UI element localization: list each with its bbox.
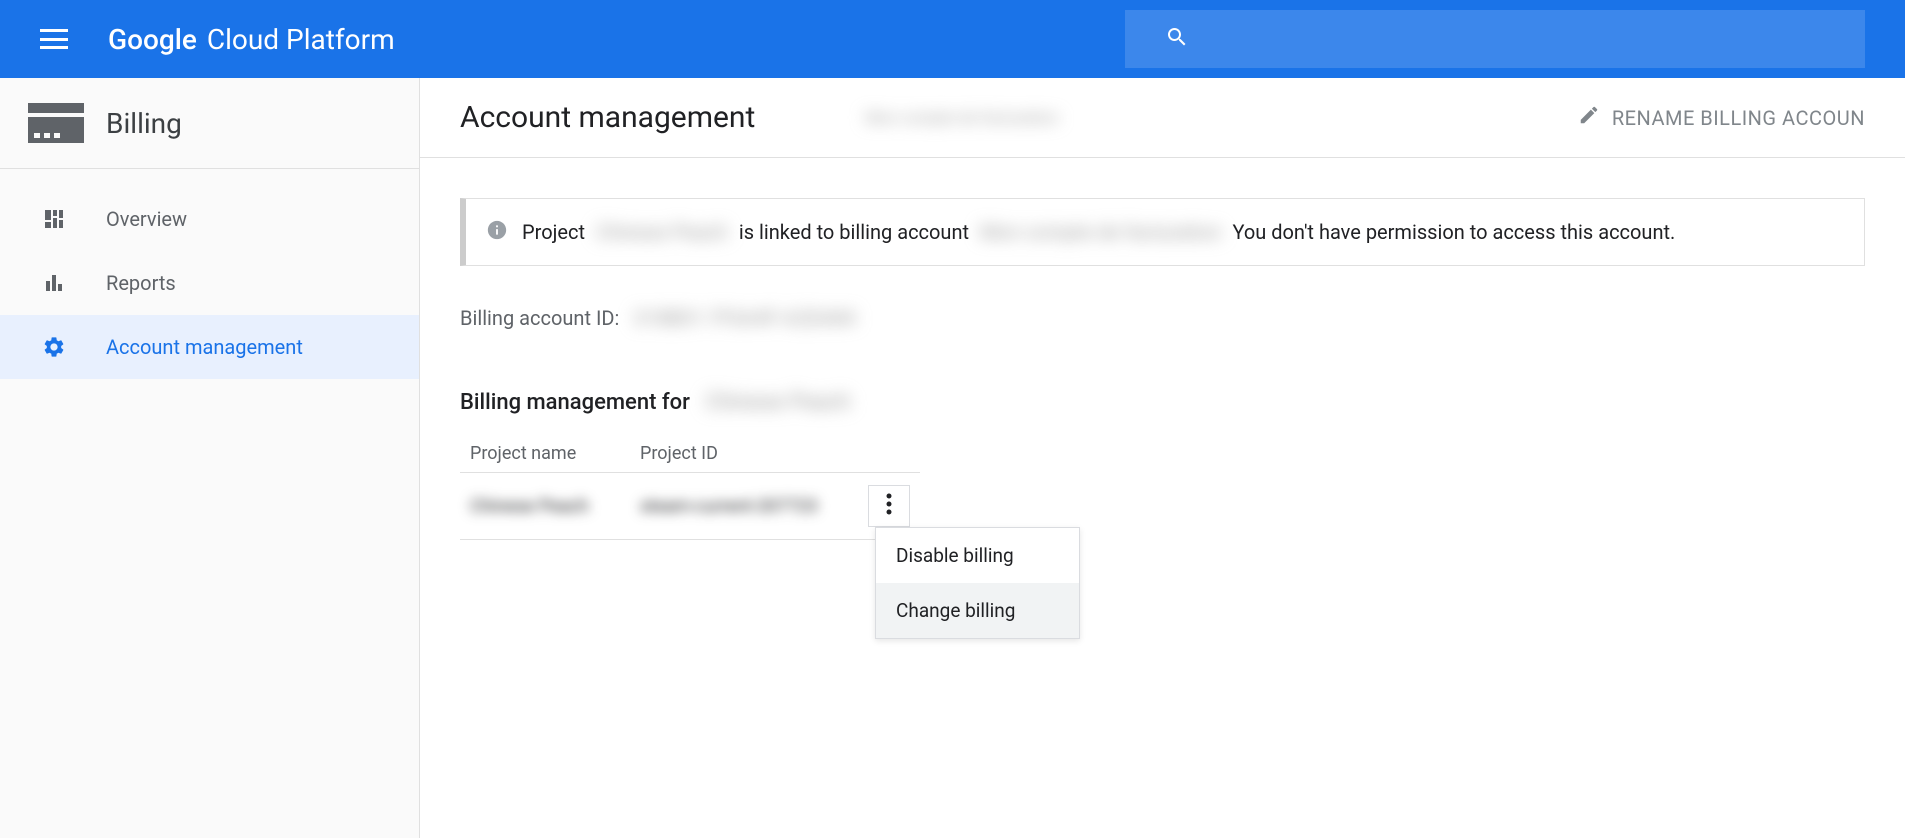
sidebar-item-reports[interactable]: Reports (0, 251, 419, 315)
cell-project-name-redacted: Chinese Peach (470, 496, 640, 517)
info-icon (486, 219, 508, 245)
logo-platform: Cloud Platform (207, 23, 395, 56)
page-title: Account management (460, 100, 755, 135)
account-name-redacted: Mon compte de facturation (865, 108, 1058, 127)
table-header-project-name: Project name (470, 443, 640, 464)
info-banner: Project Chinese Peach is linked to billi… (460, 198, 1865, 266)
sidebar-item-label: Account management (106, 335, 303, 359)
search-icon (1165, 25, 1189, 53)
section-title: Billing management for Chinese Peach (460, 390, 1865, 415)
rename-billing-account-button[interactable]: RENAME BILLING ACCOUN (1578, 104, 1865, 131)
main-header: Account management Mon compte de factura… (420, 78, 1905, 158)
menu-item-disable-billing[interactable]: Disable billing (876, 528, 1079, 583)
section-title-text: Billing management for (460, 390, 690, 415)
dashboard-icon (40, 205, 68, 233)
sidebar: Billing Overview Reports Account managem… (0, 78, 420, 838)
search-input[interactable] (1125, 10, 1865, 68)
info-project-redacted: Chinese Peach (596, 217, 728, 247)
content-area: Project Chinese Peach is linked to billi… (420, 158, 1905, 580)
sidebar-item-account-management[interactable]: Account management (0, 315, 419, 379)
billing-account-id-row: Billing account ID: 018B01-7F6A4F-A2DA84 (460, 306, 1865, 330)
sidebar-header: Billing (0, 78, 419, 169)
sidebar-items: Overview Reports Account management (0, 169, 419, 379)
reports-icon (40, 269, 68, 297)
sidebar-item-label: Overview (106, 207, 187, 231)
account-id-label: Billing account ID: (460, 306, 619, 330)
info-account-redacted: Mon compte de facturation (980, 217, 1221, 247)
billing-icon (28, 103, 84, 143)
top-header: Google Cloud Platform (0, 0, 1905, 78)
info-banner-text: Project Chinese Peach is linked to billi… (522, 217, 1675, 247)
cell-project-id-redacted: steam-current-207723 (640, 496, 818, 517)
hamburger-menu-icon[interactable] (40, 29, 68, 49)
main-container: Billing Overview Reports Account managem… (0, 78, 1905, 838)
table-header: Project name Project ID (460, 435, 920, 473)
info-suffix: You don't have permission to access this… (1232, 220, 1675, 244)
info-middle: is linked to billing account (739, 220, 969, 244)
account-id-redacted: 018B01-7F6A4F-A2DA84 (634, 306, 855, 330)
kebab-icon (886, 492, 892, 520)
projects-table: Project name Project ID Chinese Peach st… (460, 435, 920, 540)
rename-button-label: RENAME BILLING ACCOUN (1612, 106, 1865, 130)
gear-icon (40, 333, 68, 361)
main-content: Account management Mon compte de factura… (420, 78, 1905, 838)
sidebar-item-label: Reports (106, 271, 176, 295)
sidebar-title: Billing (106, 107, 182, 140)
row-actions-menu: Disable billing Change billing (875, 527, 1080, 639)
logo-google: Google (108, 23, 197, 56)
table-row: Chinese Peach steam-current-207723 Disab… (460, 473, 920, 540)
sidebar-item-overview[interactable]: Overview (0, 187, 419, 251)
row-actions-button[interactable] (868, 485, 910, 527)
pencil-icon (1578, 104, 1600, 131)
table-header-project-id: Project ID (640, 443, 718, 464)
info-prefix: Project (522, 220, 585, 244)
logo[interactable]: Google Cloud Platform (108, 23, 395, 56)
section-project-redacted: Chinese Peach (705, 390, 850, 415)
menu-item-change-billing[interactable]: Change billing (876, 583, 1079, 638)
